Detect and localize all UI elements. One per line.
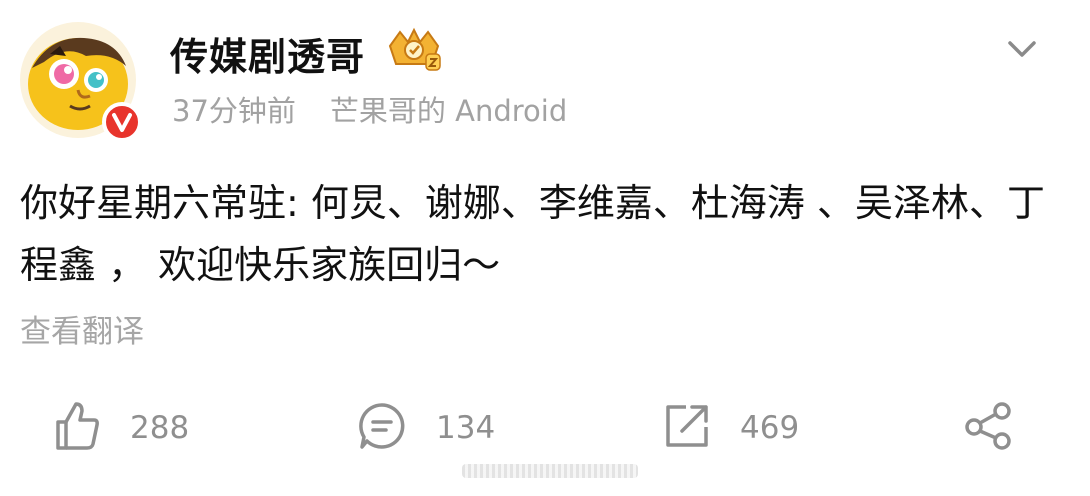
like-button[interactable]: 288 bbox=[52, 398, 189, 458]
share-icon bbox=[962, 401, 1016, 455]
like-count: 288 bbox=[130, 410, 190, 446]
verified-badge-icon bbox=[102, 102, 142, 146]
avatar[interactable] bbox=[20, 22, 142, 142]
comment-icon bbox=[356, 400, 408, 456]
repost-count: 469 bbox=[740, 410, 800, 446]
share-button[interactable] bbox=[962, 398, 1016, 458]
crown-badge-icon[interactable] bbox=[386, 26, 442, 74]
chevron-down-icon[interactable] bbox=[1002, 34, 1042, 64]
watermark-strip bbox=[462, 464, 638, 478]
post-time: 37分钟前 bbox=[172, 94, 296, 128]
comment-button[interactable]: 134 bbox=[356, 398, 495, 458]
repost-icon bbox=[662, 401, 712, 455]
comment-count: 134 bbox=[436, 410, 496, 446]
repost-button[interactable]: 469 bbox=[662, 398, 799, 458]
post-meta: 37分钟前 芒果哥的 Android bbox=[172, 88, 567, 130]
thumbs-up-icon bbox=[52, 400, 102, 456]
author-name[interactable]: 传媒剧透哥 bbox=[170, 26, 365, 81]
post-content: 你好星期六常驻: 何炅、谢娜、李维嘉、杜海涛 、吴泽林、丁程鑫 ， 欢迎快乐家族… bbox=[20, 181, 1045, 287]
post-source: 芒果哥的 Android bbox=[329, 94, 568, 128]
translate-link[interactable]: 查看翻译 bbox=[20, 306, 144, 351]
